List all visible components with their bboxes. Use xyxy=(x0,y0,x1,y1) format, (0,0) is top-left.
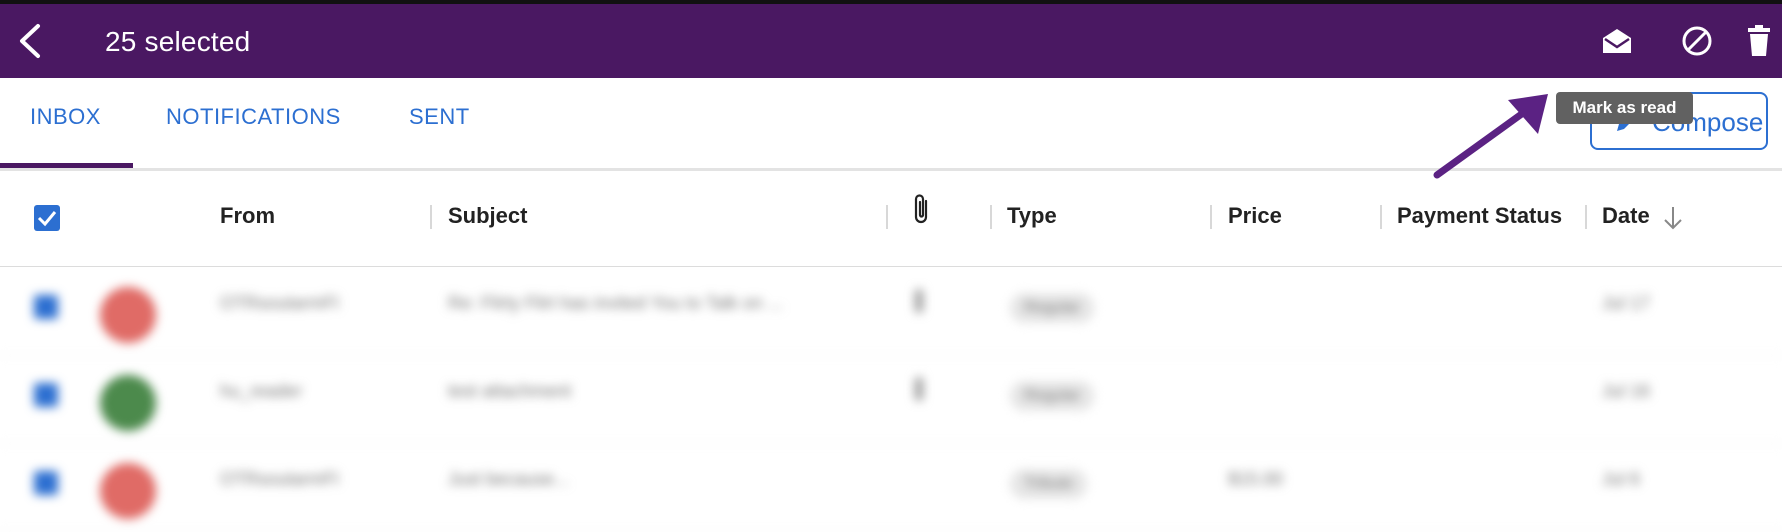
block-button[interactable] xyxy=(1674,18,1720,64)
table-row[interactable]: OTRsoutarmFI Re: Flirty Flirt has invite… xyxy=(0,267,1782,356)
table-row[interactable]: hu_reader test attachment Regular Jul 16 xyxy=(0,355,1782,444)
trash-icon xyxy=(1748,25,1770,56)
column-divider xyxy=(886,205,888,229)
back-button[interactable] xyxy=(14,22,48,60)
row-date: Jul 17 xyxy=(1602,293,1651,313)
row-from: OTRsoutarmFI xyxy=(220,293,340,313)
paperclip-icon xyxy=(914,194,928,224)
tab-inbox[interactable]: INBOX xyxy=(30,104,101,130)
row-subject: Re: Flirty Flirt has invited You to Talk… xyxy=(448,293,783,313)
row-subject: Just because... xyxy=(448,469,570,489)
row-type: Tribute xyxy=(1010,469,1088,499)
row-from: OTRsoutarmFI xyxy=(220,469,340,489)
active-tab-indicator xyxy=(0,163,133,168)
table-row[interactable]: OTRsoutarmFI Just because... Tribute $15… xyxy=(0,443,1782,532)
paperclip-icon xyxy=(912,375,926,408)
avatar xyxy=(100,287,156,343)
column-subject[interactable]: Subject xyxy=(448,203,527,229)
row-type: Regular xyxy=(1010,381,1095,411)
row-checkbox[interactable] xyxy=(34,471,58,495)
mark-as-read-button[interactable] xyxy=(1594,18,1640,64)
avatar xyxy=(100,463,156,519)
row-price: $15.00 xyxy=(1228,469,1284,489)
block-icon xyxy=(1682,26,1712,56)
message-list: OTRsoutarmFI Re: Flirty Flirt has invite… xyxy=(0,267,1782,532)
mark-as-read-tooltip: Mark as read xyxy=(1556,92,1693,124)
row-type: Regular xyxy=(1010,293,1095,323)
column-divider xyxy=(430,205,432,229)
row-date: Jul 16 xyxy=(1602,381,1651,401)
column-price[interactable]: Price xyxy=(1228,203,1282,229)
column-type[interactable]: Type xyxy=(1007,203,1057,229)
column-attachment[interactable] xyxy=(912,193,932,231)
mail-open-icon xyxy=(1603,29,1631,53)
row-date: Jul 6 xyxy=(1602,469,1641,489)
delete-button[interactable] xyxy=(1736,18,1782,64)
tab-sent[interactable]: SENT xyxy=(409,104,470,130)
row-subject: test attachment xyxy=(448,381,572,401)
checkmark-icon xyxy=(37,211,57,227)
avatar xyxy=(100,375,156,431)
row-checkbox[interactable] xyxy=(34,383,58,407)
column-date[interactable]: Date xyxy=(1602,203,1650,229)
row-from: hu_reader xyxy=(220,381,303,401)
column-divider xyxy=(1380,205,1382,229)
table-header: From Subject Type Price Payment Status D… xyxy=(0,171,1782,267)
chevron-left-icon xyxy=(20,24,40,58)
selection-app-bar: 25 selected xyxy=(0,4,1782,78)
column-payment-status[interactable]: Payment Status xyxy=(1397,203,1562,229)
column-divider xyxy=(990,205,992,229)
select-all-checkbox[interactable] xyxy=(34,205,60,231)
column-divider xyxy=(1585,205,1587,229)
paperclip-icon xyxy=(912,287,926,320)
row-checkbox[interactable] xyxy=(34,295,58,319)
tab-notifications[interactable]: NOTIFICATIONS xyxy=(166,104,341,130)
column-from[interactable]: From xyxy=(220,203,275,229)
arrow-down-icon[interactable] xyxy=(1662,205,1684,236)
selected-count: 25 selected xyxy=(105,26,251,57)
column-divider xyxy=(1210,205,1212,229)
